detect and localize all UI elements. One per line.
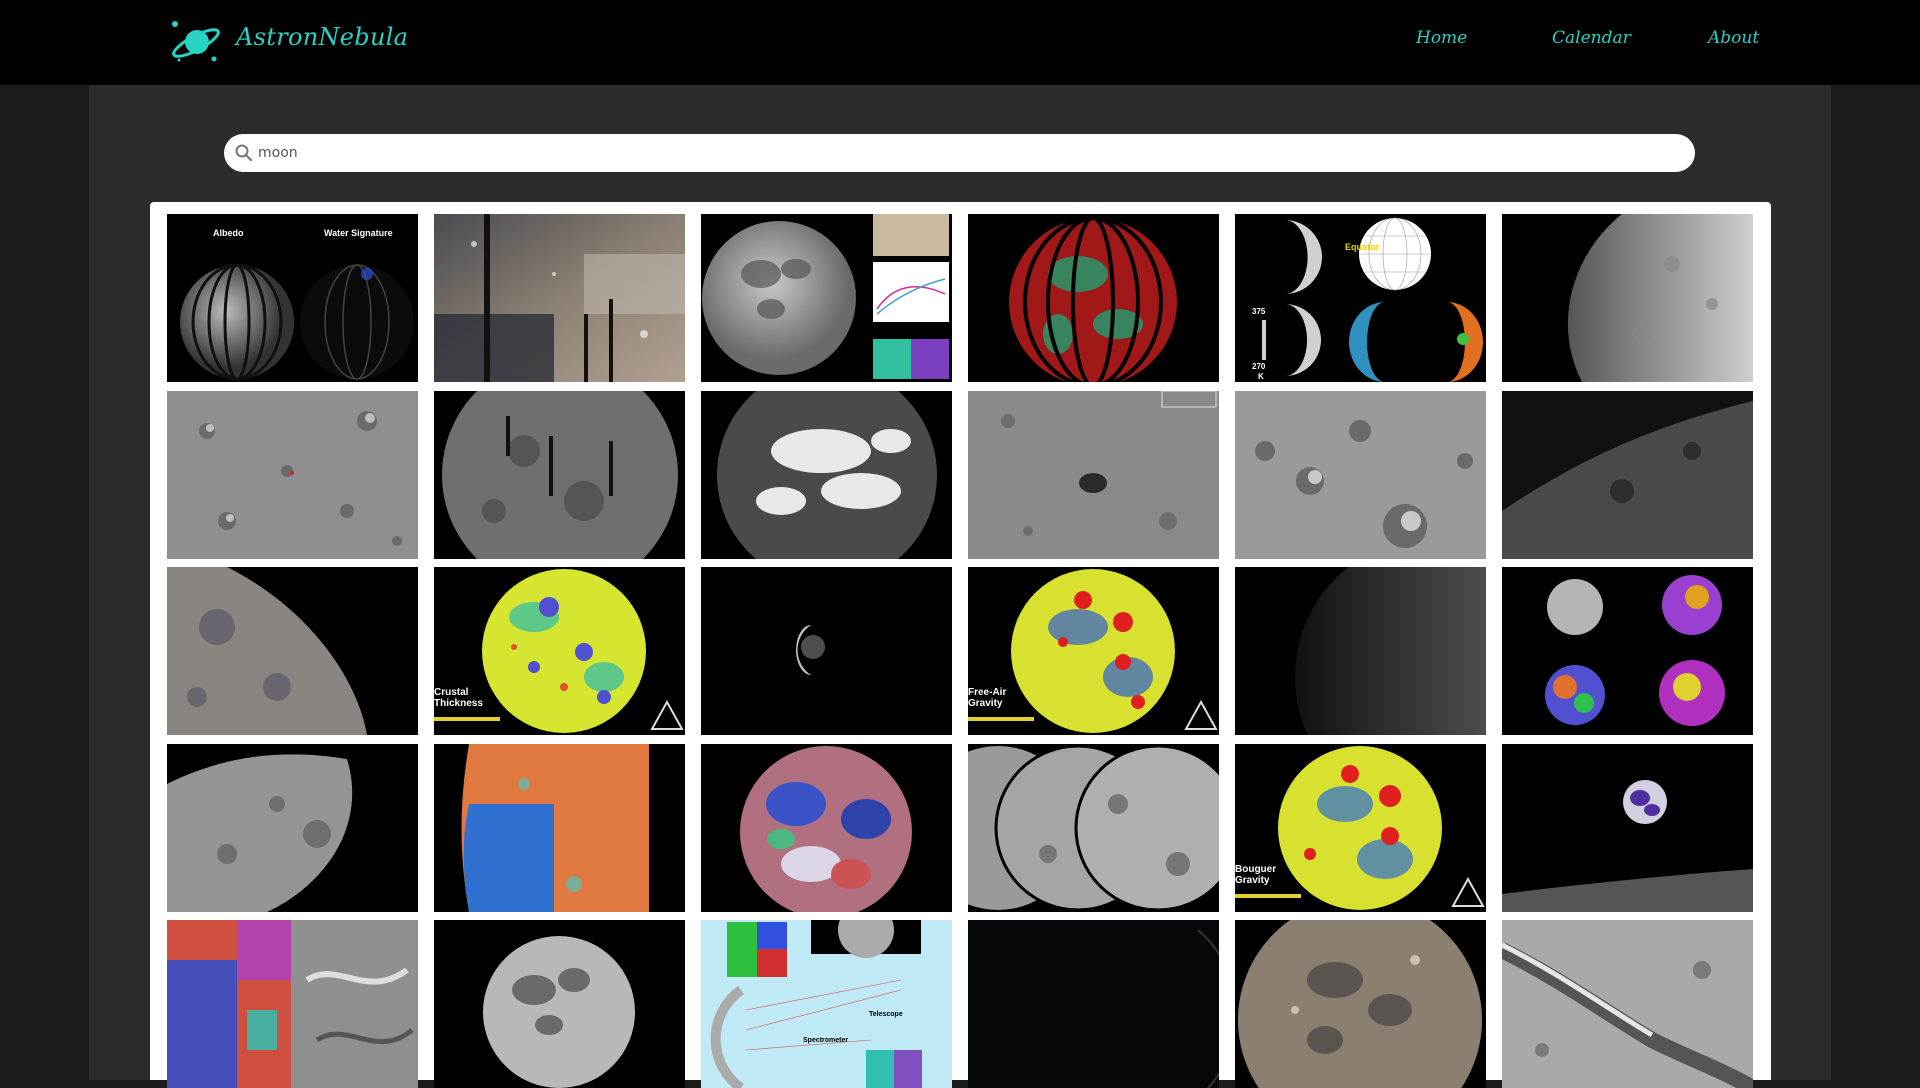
telescope-label: Telescope: [869, 1011, 903, 1018]
gallery-thumbnail[interactable]: [968, 920, 1219, 1088]
gallery-thumbnail[interactable]: Telescope Spectrometer: [701, 920, 952, 1088]
nav-home-link[interactable]: Home: [1416, 28, 1467, 48]
gallery-thumbnail[interactable]: [1502, 920, 1753, 1088]
temp-high-label: 375: [1252, 307, 1266, 316]
gallery-thumbnail[interactable]: [434, 920, 685, 1088]
brand-name[interactable]: AstronNebula: [236, 23, 408, 51]
gallery-thumbnail[interactable]: [434, 391, 685, 559]
gallery-thumbnail[interactable]: [167, 920, 418, 1088]
gallery-thumbnail[interactable]: [167, 391, 418, 559]
gallery-thumbnail[interactable]: Bouguer Gravity: [1235, 744, 1486, 912]
gallery-thumbnail[interactable]: [701, 391, 952, 559]
gallery-thumbnail[interactable]: [434, 744, 685, 912]
gallery-thumbnail[interactable]: [434, 214, 685, 382]
albedo-label: Albedo: [213, 228, 244, 238]
gallery-thumbnail[interactable]: Equator 375 270 K: [1235, 214, 1486, 382]
gallery-thumbnail[interactable]: [1502, 391, 1753, 559]
gallery-thumbnail[interactable]: [1502, 744, 1753, 912]
top-navigation-bar: AstronNebula Home Calendar About: [0, 0, 1920, 85]
gallery-thumbnail[interactable]: Free-Air Gravity: [968, 567, 1219, 735]
search-bar[interactable]: [224, 134, 1695, 172]
gallery-thumbnail[interactable]: [1235, 567, 1486, 735]
gallery-thumbnail[interactable]: [701, 744, 952, 912]
gallery-thumbnail[interactable]: Crustal Thickness: [434, 567, 685, 735]
equator-label: Equator: [1345, 242, 1379, 252]
gallery-thumbnail[interactable]: [1502, 214, 1753, 382]
gallery-thumbnail[interactable]: [167, 744, 418, 912]
gallery-thumbnail[interactable]: [1235, 920, 1486, 1088]
gallery-thumbnail[interactable]: [968, 214, 1219, 382]
temp-unit-label: K: [1258, 372, 1264, 381]
nav-about-link[interactable]: About: [1708, 28, 1759, 48]
water-signature-label: Water Signature: [324, 228, 393, 238]
gallery-thumbnail[interactable]: [968, 391, 1219, 559]
temp-low-label: 270: [1252, 362, 1266, 371]
gallery-thumbnail[interactable]: [167, 567, 418, 735]
gallery-thumbnail[interactable]: [1235, 391, 1486, 559]
free-air-gravity-label: Free-Air Gravity: [968, 687, 1006, 709]
gallery-thumbnail[interactable]: [701, 214, 952, 382]
search-icon: [235, 144, 253, 162]
nav-calendar-link[interactable]: Calendar: [1552, 28, 1631, 48]
gallery-thumbnail[interactable]: [1502, 567, 1753, 735]
search-input[interactable]: [254, 134, 1674, 172]
planet-icon[interactable]: [166, 18, 224, 66]
gallery-thumbnail[interactable]: [701, 567, 952, 735]
gallery-thumbnail[interactable]: [968, 744, 1219, 912]
spectrometer-label: Spectrometer: [803, 1037, 848, 1044]
gallery-thumbnail[interactable]: Albedo Water Signature: [167, 214, 418, 382]
